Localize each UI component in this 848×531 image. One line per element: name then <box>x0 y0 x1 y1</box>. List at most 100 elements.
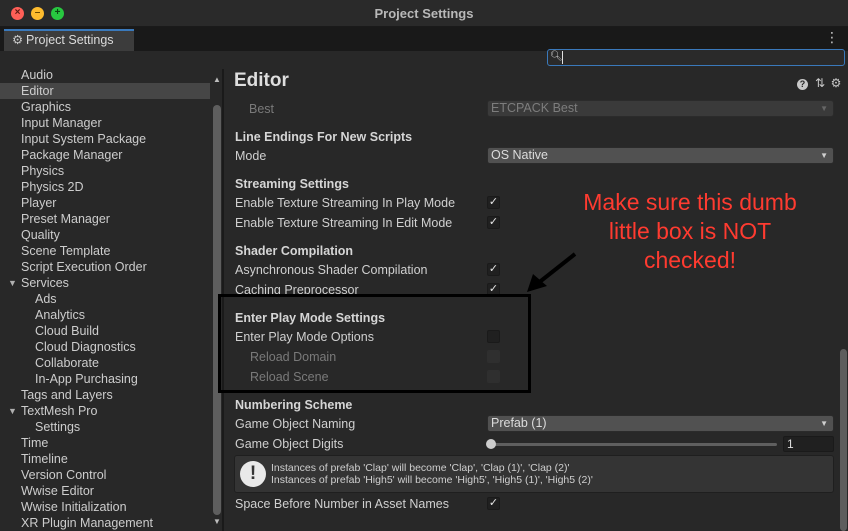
help-icon[interactable]: ? <box>797 79 808 90</box>
sidebar-item-label: Collaborate <box>35 356 99 370</box>
more-options-icon[interactable]: ⋮ <box>825 29 839 45</box>
sidebar-item-label: Editor <box>21 84 54 98</box>
digits-input[interactable]: 1 <box>783 436 834 452</box>
streaming-edit-checkbox[interactable]: ✓ <box>487 216 500 229</box>
dropdown-arrow-icon: ▼ <box>820 104 828 113</box>
sidebar-item-version-control[interactable]: Version Control <box>0 467 210 483</box>
sidebar-item-time[interactable]: Time <box>0 435 210 451</box>
sidebar-item-cloud-build[interactable]: Cloud Build <box>0 323 210 339</box>
title-bar: × – + Project Settings <box>0 0 848 27</box>
sidebar-item-in-app-purchasing[interactable]: In-App Purchasing <box>0 371 210 387</box>
scroll-up-arrow-icon[interactable]: ▲ <box>213 75 221 84</box>
sidebar-item-editor[interactable]: Editor <box>0 83 210 99</box>
info-icon: ! <box>240 461 266 487</box>
sidebar-item-label: Services <box>21 276 69 290</box>
scroll-down-arrow-icon[interactable]: ▼ <box>213 517 221 526</box>
sidebar-item-label: Timeline <box>21 452 68 466</box>
async-shader-checkbox[interactable]: ✓ <box>487 263 500 276</box>
sidebar-item-label: Quality <box>21 228 60 242</box>
sidebar-item-label: Graphics <box>21 100 72 114</box>
streaming-header: Streaming Settings <box>235 177 349 191</box>
game-object-naming-dropdown[interactable]: Prefab (1) ▼ <box>487 415 834 432</box>
sidebar-item-physics-2d[interactable]: Physics 2D <box>0 179 210 195</box>
sidebar-item-quality[interactable]: Quality <box>0 227 210 243</box>
sidebar-item-label: Wwise Initialization <box>21 500 127 514</box>
sidebar-item-physics[interactable]: Physics <box>0 163 210 179</box>
sidebar-item-label: Wwise Editor <box>21 484 94 498</box>
sidebar-item-label: Version Control <box>21 468 107 482</box>
sidebar-item-ads[interactable]: Ads <box>0 291 210 307</box>
help-line-2: Instances of prefab 'High5' will become … <box>271 474 593 486</box>
sidebar-item-wwise-initialization[interactable]: Wwise Initialization <box>0 499 210 515</box>
sidebar-item-textmesh-pro[interactable]: ▼ TextMesh Pro <box>0 403 210 419</box>
sidebar-item-label: Analytics <box>35 308 86 322</box>
line-endings-mode-dropdown[interactable]: OS Native ▼ <box>487 147 834 164</box>
expand-arrow-icon[interactable]: ▼ <box>8 403 17 419</box>
digits-slider-handle[interactable] <box>486 439 496 449</box>
gear-icon: ⚙ <box>12 33 24 47</box>
mode-value: OS Native <box>491 148 548 162</box>
sidebar-item-xr-plugin-management[interactable]: XR Plugin Management <box>0 515 210 531</box>
sidebar-item-label: Cloud Diagnostics <box>35 340 136 354</box>
sidebar-item-scene-template[interactable]: Scene Template <box>0 243 210 259</box>
sidebar-item-label: In-App Purchasing <box>35 372 138 386</box>
sidebar-item-label: Package Manager <box>21 148 123 162</box>
space-before-number-label: Space Before Number in Asset Names <box>235 497 449 511</box>
sidebar-item-audio[interactable]: Audio <box>0 69 210 83</box>
search-box[interactable]: 🔍︎ <box>547 49 845 66</box>
async-shader-label: Asynchronous Shader Compilation <box>235 263 428 277</box>
sidebar-item-input-manager[interactable]: Input Manager <box>0 115 210 131</box>
sidebar-item-input-system-package[interactable]: Input System Package <box>0 131 210 147</box>
game-object-naming-label: Game Object Naming <box>235 417 356 431</box>
digits-slider-track[interactable] <box>489 443 777 446</box>
sidebar-item-label: Cloud Build <box>35 324 99 338</box>
tab-label: Project Settings <box>26 33 114 47</box>
sidebar-item-label: Time <box>21 436 49 450</box>
space-before-number-checkbox[interactable]: ✓ <box>487 497 500 510</box>
dropdown-arrow-icon: ▼ <box>820 151 828 160</box>
search-icon: 🔍︎ <box>550 51 563 62</box>
expand-arrow-icon[interactable]: ▼ <box>8 275 17 291</box>
sidebar-item-label: Preset Manager <box>21 212 110 226</box>
sidebar-item-label: Audio <box>21 69 53 82</box>
line-endings-header: Line Endings For New Scripts <box>235 130 413 144</box>
sidebar-item-label: Settings <box>35 420 81 434</box>
main-scroll-thumb[interactable] <box>840 349 847 531</box>
sidebar-item-preset-manager[interactable]: Preset Manager <box>0 211 210 227</box>
sidebar-item-label: Scene Template <box>21 244 111 258</box>
sidebar-item-player[interactable]: Player <box>0 195 210 211</box>
preset-icon[interactable]: ⇅ <box>812 76 828 90</box>
search-input[interactable] <box>562 51 832 64</box>
header-icons: ? ⇅ ⚙ <box>797 76 844 90</box>
sidebar-item-settings[interactable]: Settings <box>0 419 210 435</box>
help-line-1: Instances of prefab 'Clap' will become '… <box>271 462 570 474</box>
sidebar-item-label: Script Execution Order <box>21 260 147 274</box>
page-title: Editor <box>234 70 289 91</box>
sidebar-item-collaborate[interactable]: Collaborate <box>0 355 210 371</box>
streaming-edit-label: Enable Texture Streaming In Edit Mode <box>235 216 453 230</box>
game-object-digits-label: Game Object Digits <box>235 437 344 451</box>
sidebar-item-timeline[interactable]: Timeline <box>0 451 210 467</box>
numbering-help-box: ! Instances of prefab 'Clap' will become… <box>234 455 834 493</box>
sidebar-item-label: Input System Package <box>21 132 147 146</box>
compression-value: ETCPACK Best <box>491 101 578 115</box>
streaming-play-label: Enable Texture Streaming In Play Mode <box>235 196 456 210</box>
main-scrollbar[interactable] <box>838 85 848 531</box>
sidebar-item-label: Ads <box>35 292 57 306</box>
mode-label: Mode <box>235 149 267 163</box>
sidebar-item-graphics[interactable]: Graphics <box>0 99 210 115</box>
sidebar-item-tags-and-layers[interactable]: Tags and Layers <box>0 387 210 403</box>
tab-project-settings[interactable]: ⚙ Project Settings <box>4 29 134 51</box>
sidebar-item-services[interactable]: ▼ Services <box>0 275 210 291</box>
sidebar-item-cloud-diagnostics[interactable]: Cloud Diagnostics <box>0 339 210 355</box>
sidebar-item-package-manager[interactable]: Package Manager <box>0 147 210 163</box>
sidebar-item-analytics[interactable]: Analytics <box>0 307 210 323</box>
settings-sidebar: XR Plugin Management Wwise Initialization… <box>0 69 222 531</box>
sidebar-item-label: Physics <box>21 164 65 178</box>
sidebar-item-script-execution-order[interactable]: Script Execution Order <box>0 259 210 275</box>
annotation-highlight-box <box>218 294 531 393</box>
sidebar-item-wwise-editor[interactable]: Wwise Editor <box>0 483 210 499</box>
streaming-play-checkbox[interactable]: ✓ <box>487 196 500 209</box>
sidebar-item-label: TextMesh Pro <box>21 404 98 418</box>
numbering-header: Numbering Scheme <box>235 398 353 412</box>
